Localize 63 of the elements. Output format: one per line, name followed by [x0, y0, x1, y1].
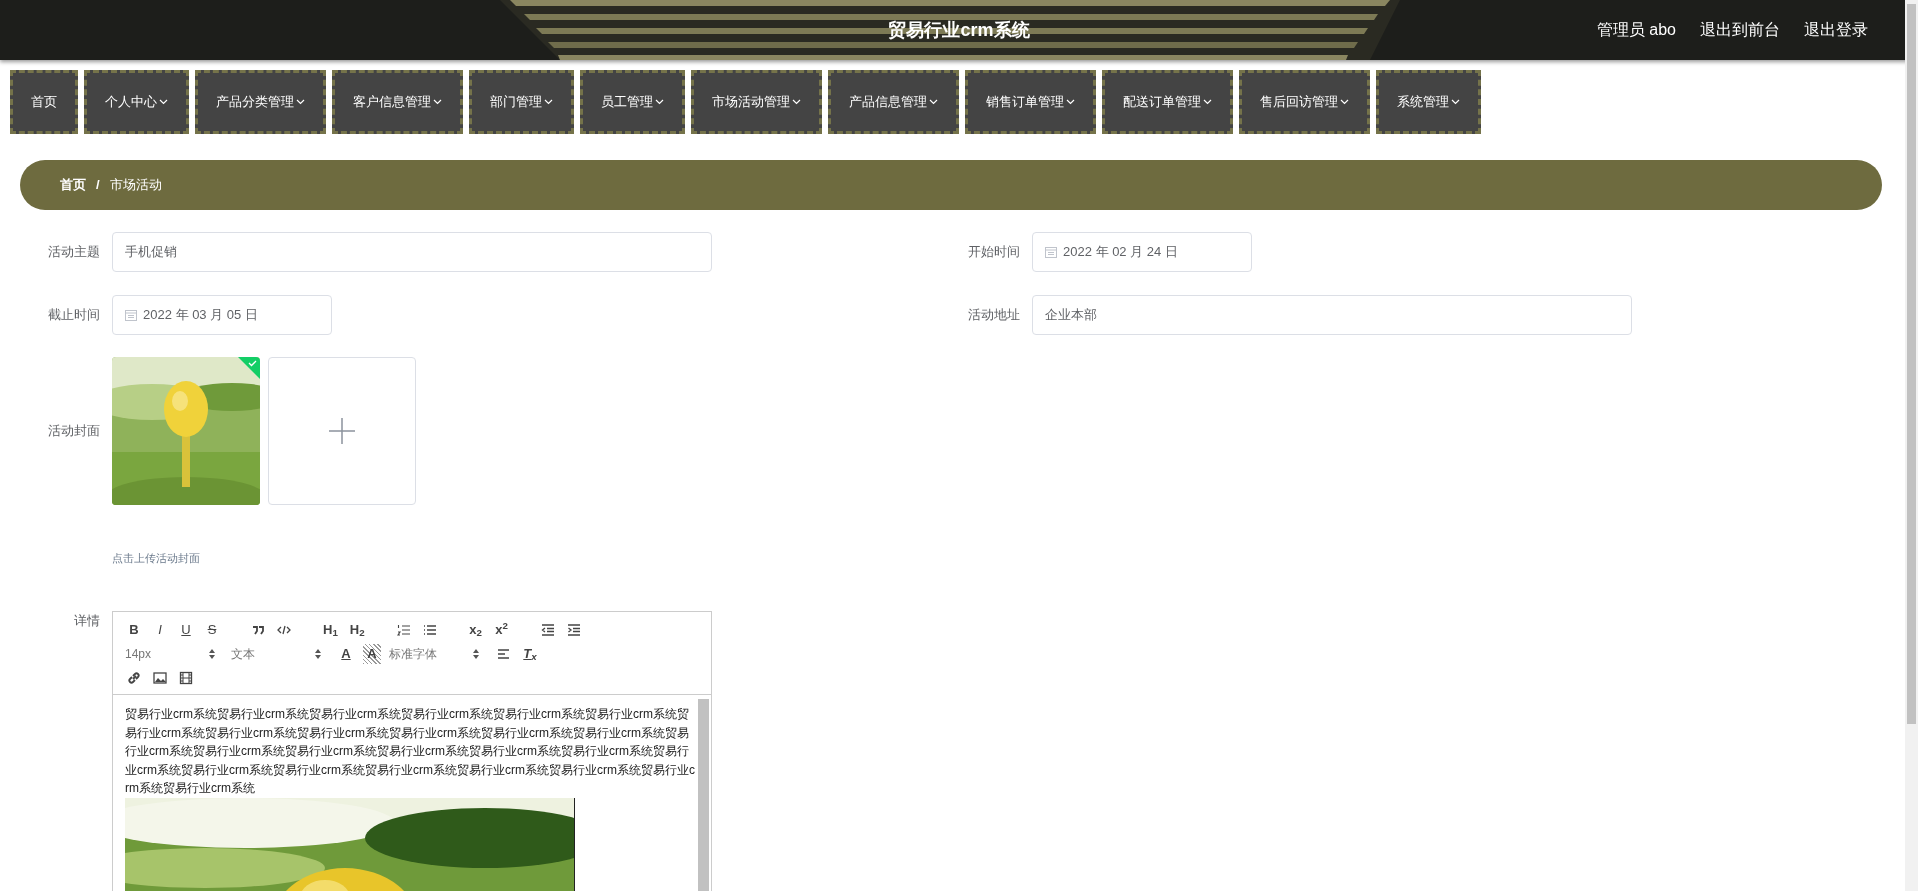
nav-menu-button[interactable]: 销售订单管理	[965, 70, 1096, 134]
nav-menu-button[interactable]: 配送订单管理	[1102, 70, 1233, 134]
image-icon	[153, 671, 167, 685]
page-scrollbar[interactable]	[1905, 0, 1918, 891]
format-button[interactable]: x$^{2}$	[492, 620, 511, 640]
indent-icon	[566, 623, 581, 637]
field-label: 详情	[74, 613, 100, 628]
format-button[interactable]: I	[151, 620, 169, 640]
format-button[interactable]: T$_{x}$	[521, 644, 539, 664]
nav-menu-button[interactable]: 售后回访管理	[1239, 70, 1370, 134]
outdent-icon	[540, 623, 555, 637]
input-field[interactable]: 手机促销	[112, 232, 712, 272]
nav-menu-button[interactable]: 首页	[10, 70, 78, 134]
field-label: 活动封面	[48, 422, 100, 441]
format-button[interactable]: x$_{2}$	[466, 620, 485, 640]
nav-menu-button[interactable]: 产品分类管理	[195, 70, 326, 134]
rich-text-editor[interactable]	[112, 611, 712, 891]
sort-arrows-icon	[315, 649, 321, 659]
align-left-icon	[497, 647, 511, 661]
format-button[interactable]: U	[177, 620, 195, 640]
breadcrumb-separator: /	[96, 176, 100, 195]
sort-arrows-icon	[209, 649, 215, 659]
format-button[interactable]: A	[337, 644, 355, 664]
date-field[interactable]: 2022 年 02 月 24 日	[1032, 232, 1252, 272]
site-title: 贸易行业crm系统	[888, 19, 1030, 40]
format-button[interactable]: S	[203, 620, 221, 640]
plus-icon	[329, 418, 355, 444]
date-field[interactable]: 2022 年 03 月 05 日	[112, 295, 332, 335]
sort-arrows-icon	[473, 649, 479, 659]
field-label: 截止时间	[47, 306, 100, 325]
hint-text: 点击上传活动封面	[112, 552, 200, 564]
format-button[interactable]: H$_{2}$	[347, 620, 367, 640]
link-icon	[127, 671, 141, 685]
nav-menu-button[interactable]: 市场活动管理	[691, 70, 822, 134]
dropdown-select[interactable]: 14px	[125, 644, 223, 664]
header-link[interactable]: 退出登录	[1804, 18, 1868, 42]
input-field[interactable]: 企业本部	[1032, 295, 1632, 335]
header-link[interactable]: 管理员 abo	[1596, 18, 1676, 42]
format-button[interactable]: H$_{1}$	[321, 620, 340, 640]
nav-menu-button[interactable]: 系统管理	[1376, 70, 1481, 134]
header-link[interactable]: 退出到前台	[1700, 18, 1780, 42]
nav-menu-button[interactable]: 员工管理	[580, 70, 685, 134]
dropdown-select[interactable]: 标准字体	[389, 644, 487, 664]
breadcrumb-link[interactable]: 首页	[60, 175, 86, 195]
numbered-list-icon	[396, 623, 411, 637]
film-icon	[179, 671, 193, 685]
breadcrumb-link[interactable]: 市场活动	[109, 175, 162, 195]
editor-paragraph: 贸易行业crm系统贸易行业crm系统贸易行业crm系统贸易行业crm系统贸易行业crm系统贸易行业crm系统贸易行业crm系统贸易行业crm系统贸易行业crm系统贸易行业crm系统贸易行业crm系统贸易行业crm系统贸易行业crm系统贸易行业crm系统贸易行业crm系统贸易行业crm系统贸易行业crm系统贸易行业crm系统贸易行业crm系统贸易行业crm系统贸易行业crm系统贸易行业crm系统贸易行业crm系统贸易行业crm系统贸易行业crm系统贸易行业crm系统	[125, 706, 696, 797]
dropdown-select[interactable]: 文本	[231, 644, 329, 664]
nav-menu-button[interactable]: 客户信息管理	[332, 70, 463, 134]
calendar-icon	[125, 309, 137, 321]
format-button[interactable]: B	[125, 620, 143, 640]
format-button[interactable]: A	[363, 644, 381, 664]
field-label: 活动地址	[967, 306, 1020, 325]
code-icon	[277, 623, 291, 637]
nav-menu-button[interactable]: 产品信息管理	[828, 70, 959, 134]
nav-menu-button[interactable]: 个人中心	[84, 70, 189, 134]
field-label: 活动主题	[47, 243, 100, 262]
bullet-list-icon	[422, 623, 437, 637]
calendar-icon	[1045, 246, 1057, 258]
quote-icon	[251, 623, 265, 637]
nav-menu-button[interactable]: 部门管理	[469, 70, 574, 134]
field-label: 开始时间	[967, 243, 1020, 262]
